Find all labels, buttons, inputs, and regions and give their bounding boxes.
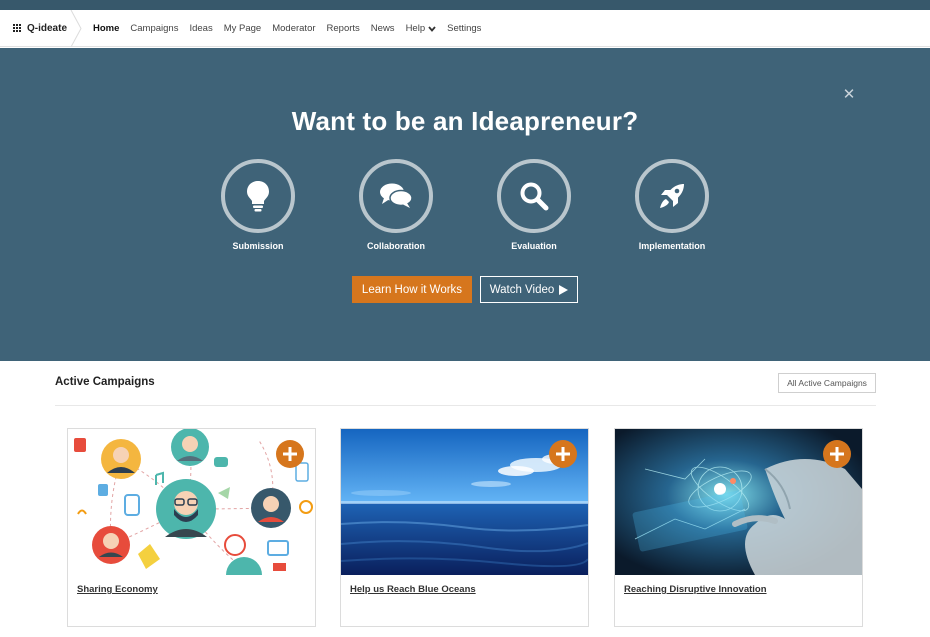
nav-my-page[interactable]: My Page — [224, 23, 262, 34]
step-circle — [497, 159, 571, 233]
add-idea-button[interactable] — [276, 440, 304, 468]
hero-title: Want to be an Ideapreneur? — [291, 106, 639, 136]
play-icon — [559, 284, 569, 295]
plus-icon — [556, 447, 570, 461]
watch-video-button[interactable]: Watch Video — [480, 276, 578, 303]
lightbulb-icon — [247, 181, 269, 212]
plus-icon — [830, 447, 844, 461]
nav-ideas[interactable]: Ideas — [189, 23, 212, 34]
app-grid-icon[interactable] — [13, 24, 22, 33]
learn-how-it-works-button[interactable]: Learn How it Works — [352, 276, 472, 303]
hero-banner: ✕ Want to be an Ideapreneur? Submission … — [0, 48, 930, 361]
nav-help-label: Help — [405, 23, 426, 34]
brand-name: Q-ideate — [27, 23, 68, 34]
nav-reports[interactable]: Reports — [327, 23, 360, 34]
step-label: Evaluation — [511, 241, 557, 251]
brand-divider — [70, 10, 82, 47]
step-circle — [221, 159, 295, 233]
nav-help[interactable]: Help — [406, 23, 437, 34]
add-idea-button[interactable] — [549, 440, 577, 468]
step-circle — [359, 159, 433, 233]
campaign-title-link[interactable]: Reaching Disruptive Innovation — [624, 584, 767, 595]
all-active-campaigns-button[interactable]: All Active Campaigns — [778, 373, 876, 393]
watch-video-label: Watch Video — [489, 283, 555, 296]
magnifier-icon — [520, 182, 549, 211]
nav-news[interactable]: News — [371, 23, 395, 34]
active-campaigns-heading: Active Campaigns — [55, 376, 155, 388]
step-label: Submission — [232, 241, 284, 251]
chat-bubbles-icon — [380, 183, 413, 208]
campaign-title-link[interactable]: Help us Reach Blue Oceans — [350, 584, 476, 595]
step-submission: Submission — [198, 159, 318, 251]
top-strip — [0, 0, 930, 10]
step-circle — [635, 159, 709, 233]
step-implementation: Implementation — [612, 159, 732, 251]
close-icon[interactable]: ✕ — [842, 87, 856, 102]
step-label: Collaboration — [367, 241, 425, 251]
chevron-down-icon — [428, 25, 436, 32]
main-nav: Home Campaigns Ideas My Page Moderator R… — [93, 10, 492, 47]
nav-moderator[interactable]: Moderator — [272, 23, 315, 34]
rocket-icon — [660, 184, 684, 208]
step-collaboration: Collaboration — [336, 159, 456, 251]
top-navbar: Q-ideate Home Campaigns Ideas My Page Mo… — [0, 10, 930, 47]
plus-icon — [283, 447, 297, 461]
nav-campaigns[interactable]: Campaigns — [130, 23, 178, 34]
campaign-card-disruptive-innovation[interactable]: Reaching Disruptive Innovation — [614, 428, 863, 627]
nav-home[interactable]: Home — [93, 23, 119, 34]
section-divider — [55, 405, 876, 406]
step-label: Implementation — [638, 241, 706, 251]
campaign-card-sharing-economy[interactable]: Sharing Economy — [67, 428, 316, 627]
campaign-card-blue-oceans[interactable]: Help us Reach Blue Oceans — [340, 428, 589, 627]
nav-settings[interactable]: Settings — [447, 23, 481, 34]
step-evaluation: Evaluation — [474, 159, 594, 251]
add-idea-button[interactable] — [823, 440, 851, 468]
campaign-title-link[interactable]: Sharing Economy — [77, 584, 158, 595]
